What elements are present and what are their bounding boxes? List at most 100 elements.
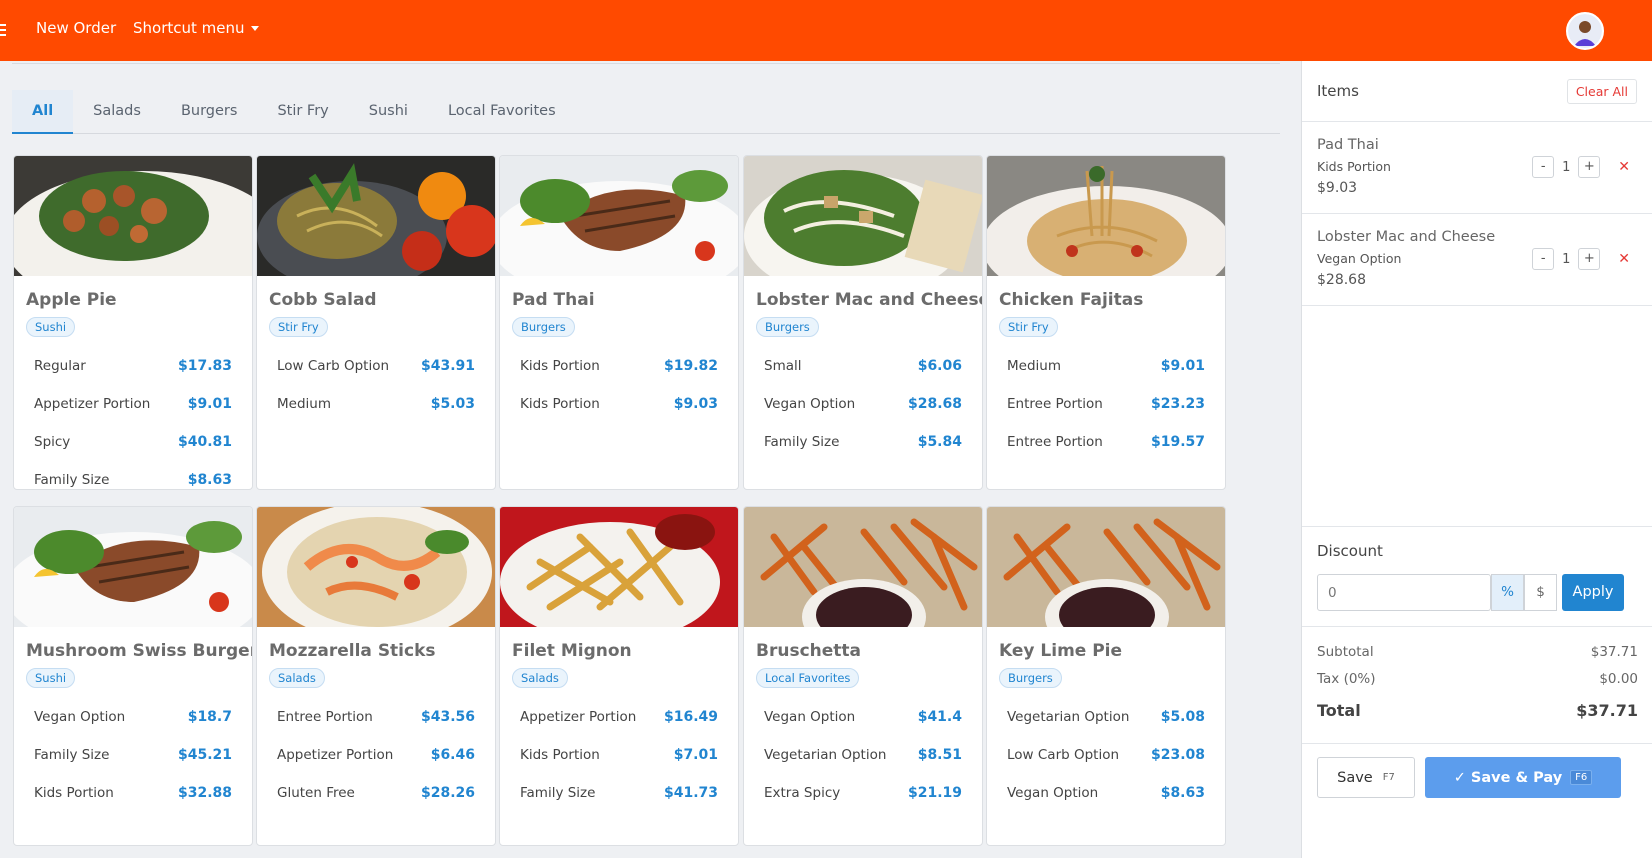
option-row[interactable]: Small $6.06: [764, 347, 962, 385]
product-card[interactable]: Lobster Mac and Cheese Burgers Small $6.06 V…: [743, 155, 983, 490]
option-row[interactable]: Kids Portion $32.88: [34, 774, 232, 812]
option-row[interactable]: Family Size $45.21: [34, 736, 232, 774]
user-avatar[interactable]: [1566, 12, 1604, 50]
option-name: Vegan Option: [34, 709, 126, 725]
product-card[interactable]: Bruschetta Local Favorites Vegan Option $41…: [743, 506, 983, 846]
category-badge: Sushi: [26, 668, 76, 688]
product-image: [257, 156, 495, 276]
option-row[interactable]: Vegan Option $18.7: [34, 698, 232, 736]
shortcut-menu-label: Shortcut menu: [133, 19, 245, 37]
product-card[interactable]: Mozzarella Sticks Salads Entree Portion $43…: [256, 506, 496, 846]
product-card[interactable]: Cobb Salad Stir Fry Low Carb Option $43.91 M…: [256, 155, 496, 490]
subtotal-row: Subtotal $37.71: [1317, 639, 1638, 666]
option-row[interactable]: Vegetarian Option $8.51: [764, 736, 962, 774]
option-list: Regular $17.83 Appetizer Portion $9.01 Spicy…: [14, 337, 252, 489]
item-price: $28.68: [1317, 272, 1366, 288]
option-row[interactable]: Entree Portion $23.23: [1007, 385, 1205, 423]
option-row[interactable]: Entree Portion $43.56: [277, 698, 475, 736]
product-image: [500, 156, 738, 276]
option-price: $18.7: [187, 709, 232, 725]
apply-button[interactable]: Apply: [1562, 574, 1624, 611]
option-row[interactable]: Vegan Option $41.4: [764, 698, 962, 736]
dollar-toggle[interactable]: $: [1524, 574, 1557, 611]
product-title: Mozzarella Sticks: [269, 641, 436, 661]
option-row[interactable]: Family Size $41.73: [520, 774, 718, 812]
clear-all-button[interactable]: Clear All: [1566, 78, 1637, 104]
option-row[interactable]: Medium $5.03: [277, 385, 475, 423]
product-image: [14, 507, 252, 627]
option-row[interactable]: Spicy $40.81: [34, 423, 232, 461]
option-name: Medium: [277, 396, 331, 412]
product-title: Apple Pie: [26, 290, 117, 310]
option-list: Entree Portion $43.56 Appetizer Portion $6.…: [257, 688, 495, 812]
option-name: Vegetarian Option: [1007, 709, 1130, 725]
product-card[interactable]: Filet Mignon Salads Appetizer Portion $16.4…: [499, 506, 739, 846]
option-price: $32.88: [177, 785, 232, 801]
increment-button[interactable]: +: [1578, 248, 1601, 270]
menu-area: All Salads Burgers Stir Fry Sushi Local …: [0, 61, 1301, 858]
option-row[interactable]: Extra Spicy $21.19: [764, 774, 962, 812]
product-card[interactable]: Mushroom Swiss Burger Sushi Vegan Option $1…: [13, 506, 253, 846]
option-row[interactable]: Vegan Option $28.68: [764, 385, 962, 423]
option-row[interactable]: Low Carb Option $43.91: [277, 347, 475, 385]
option-name: Low Carb Option: [277, 358, 390, 374]
decrement-button[interactable]: -: [1532, 248, 1555, 270]
discount-input[interactable]: 0: [1317, 574, 1491, 611]
option-row[interactable]: Appetizer Portion $6.46: [277, 736, 475, 774]
totals-section: Subtotal $37.71 Tax (0%) $0.00 Total $37…: [1302, 626, 1652, 743]
option-row[interactable]: Vegetarian Option $5.08: [1007, 698, 1205, 736]
new-order-link[interactable]: New Order: [36, 19, 116, 37]
option-row[interactable]: Kids Portion $9.03: [520, 385, 718, 423]
product-title: Chicken Fajitas: [999, 290, 1144, 310]
option-row[interactable]: Low Carb Option $23.08: [1007, 736, 1205, 774]
option-row[interactable]: Kids Portion $19.82: [520, 347, 718, 385]
option-row[interactable]: Family Size $5.84: [764, 423, 962, 461]
option-row[interactable]: Vegan Option $8.63: [1007, 774, 1205, 812]
increment-button[interactable]: +: [1578, 156, 1601, 178]
option-row[interactable]: Gluten Free $28.26: [277, 774, 475, 812]
decrement-button[interactable]: -: [1532, 156, 1555, 178]
option-row[interactable]: Family Size $8.63: [34, 461, 232, 489]
option-name: Vegetarian Option: [764, 747, 887, 763]
option-row[interactable]: Appetizer Portion $16.49: [520, 698, 718, 736]
option-price: $6.46: [430, 747, 475, 763]
option-name: Entree Portion: [1007, 434, 1103, 450]
product-card[interactable]: Key Lime Pie Burgers Vegetarian Option $5.0…: [986, 506, 1226, 846]
tab-local-favorites[interactable]: Local Favorites: [428, 90, 576, 134]
option-row[interactable]: Appetizer Portion $9.01: [34, 385, 232, 423]
product-title: Key Lime Pie: [999, 641, 1123, 661]
option-price: $9.01: [1160, 358, 1205, 374]
remove-icon[interactable]: ✕: [1618, 251, 1630, 267]
percent-toggle[interactable]: %: [1491, 574, 1524, 611]
save-button[interactable]: Save F7: [1317, 757, 1415, 798]
product-card[interactable]: Apple Pie Sushi Regular $17.83 Appetizer Por…: [13, 155, 253, 490]
option-name: Extra Spicy: [764, 785, 841, 801]
option-row[interactable]: Entree Portion $19.57: [1007, 423, 1205, 461]
option-name: Vegan Option: [764, 709, 856, 725]
option-row[interactable]: Regular $17.83: [34, 347, 232, 385]
category-badge: Burgers: [512, 317, 575, 337]
item-name: Pad Thai: [1317, 137, 1379, 153]
option-name: Appetizer Portion: [34, 396, 151, 412]
tab-all[interactable]: All: [12, 90, 74, 134]
tab-burgers[interactable]: Burgers: [161, 90, 258, 134]
remove-icon[interactable]: ✕: [1618, 159, 1630, 175]
tab-sushi[interactable]: Sushi: [349, 90, 428, 134]
option-name: Kids Portion: [520, 396, 600, 412]
menu-icon[interactable]: [0, 24, 6, 36]
category-badge: Burgers: [756, 317, 819, 337]
product-title: Lobster Mac and Cheese: [756, 290, 982, 310]
product-card[interactable]: Chicken Fajitas Stir Fry Medium $9.01 Entree…: [986, 155, 1226, 490]
option-price: $8.63: [1160, 785, 1205, 801]
shortcut-menu-dropdown[interactable]: Shortcut menu: [133, 19, 259, 37]
save-label: Save: [1337, 769, 1373, 786]
option-row[interactable]: Kids Portion $7.01: [520, 736, 718, 774]
option-row[interactable]: Medium $9.01: [1007, 347, 1205, 385]
tab-salads[interactable]: Salads: [73, 90, 161, 134]
tab-stir-fry[interactable]: Stir Fry: [257, 90, 348, 134]
save-and-pay-button[interactable]: ✓ Save & Pay F6: [1425, 757, 1621, 798]
option-list: Vegan Option $41.4 Vegetarian Option $8.51 E…: [744, 688, 982, 812]
option-name: Regular: [34, 358, 86, 374]
tax-row: Tax (0%) $0.00: [1317, 666, 1638, 693]
product-card[interactable]: Pad Thai Burgers Kids Portion $19.82 Kids Po…: [499, 155, 739, 490]
